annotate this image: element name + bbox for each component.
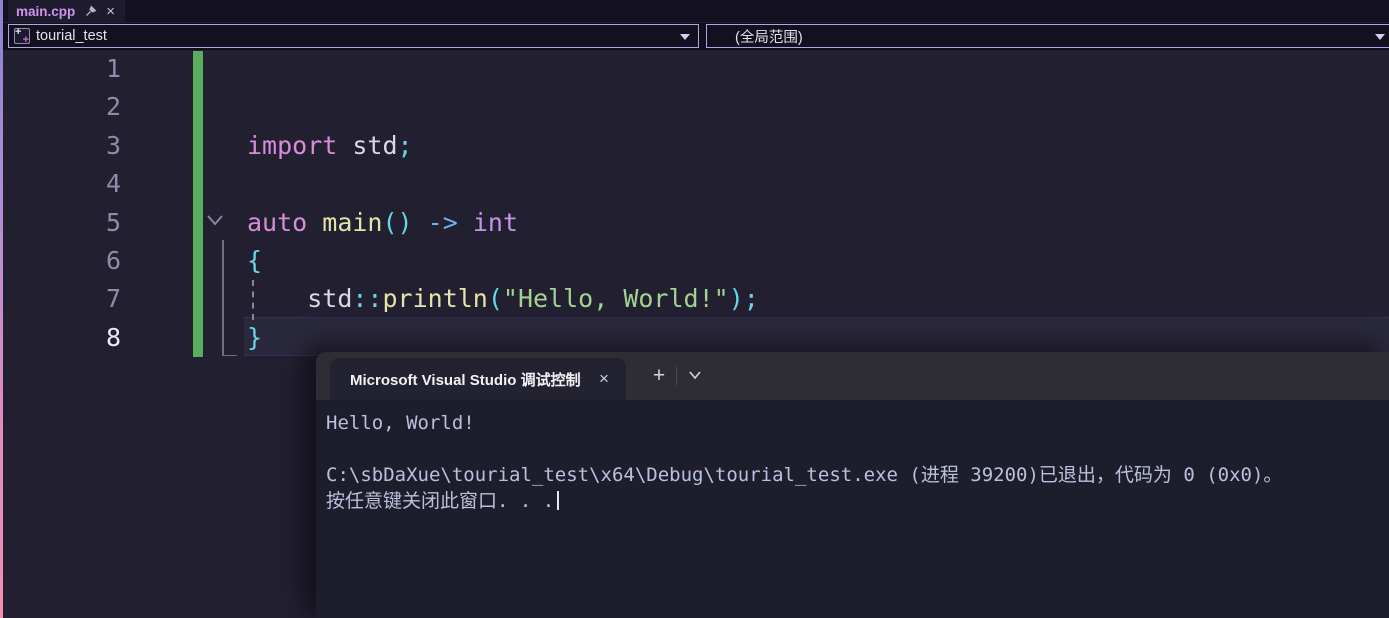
terminal-line: Hello, World! [326, 410, 1389, 436]
line-number: 5 [0, 204, 121, 243]
code-line[interactable]: import std; [247, 127, 413, 166]
text-cursor [557, 491, 559, 510]
terminal-line: C:\sbDaXue\tourial_test\x64\Debug\touria… [326, 462, 1389, 488]
toolbar-divider [676, 367, 677, 385]
vs-editor-window: main.cpp × ++ tourial_test (全局范围) [0, 0, 1389, 618]
terminal-output[interactable]: Hello, World! C:\sbDaXue\tourial_test\x64… [326, 410, 1389, 618]
line-number: 3 [0, 127, 121, 166]
cpp-project-icon: ++ [14, 28, 30, 44]
terminal-title-bar[interactable]: Microsoft Visual Studio 调试控制台 × + [316, 352, 1389, 400]
close-icon[interactable]: × [592, 367, 616, 391]
code-line[interactable]: } [247, 319, 262, 358]
terminal-line: 按任意键关闭此窗口. . . [326, 488, 1389, 514]
line-number: 1 [0, 50, 121, 89]
line-number: 7 [0, 280, 121, 319]
navigation-bar: ++ tourial_test (全局范围) [0, 23, 1389, 50]
code-line[interactable]: { [247, 242, 262, 281]
scope-dropdown[interactable]: (全局范围) [706, 24, 1389, 48]
new-tab-button[interactable]: + [646, 363, 672, 389]
terminal-tab[interactable]: Microsoft Visual Studio 调试控制台 × [330, 358, 626, 400]
chevron-down-icon[interactable] [688, 370, 702, 380]
chevron-down-icon[interactable] [680, 34, 690, 40]
project-dropdown[interactable]: ++ tourial_test [8, 24, 699, 48]
terminal-tab-title: Microsoft Visual Studio 调试控制台 [350, 369, 582, 390]
tab-main-cpp[interactable]: main.cpp × [8, 0, 125, 22]
line-number: 6 [0, 242, 121, 281]
indent-guide [222, 240, 224, 356]
chevron-down-icon[interactable] [1375, 34, 1385, 40]
terminal-line [326, 436, 1389, 462]
line-number: 4 [0, 165, 121, 204]
change-tracking-bar [193, 51, 203, 357]
indent-guide-tick [222, 355, 237, 357]
debug-console-window[interactable]: Microsoft Visual Studio 调试控制台 × + Hello,… [316, 352, 1389, 618]
code-line[interactable]: std::println("Hello, World!"); [247, 280, 759, 319]
fold-chevron-icon[interactable] [205, 212, 225, 228]
window-edge-accent [0, 0, 3, 618]
close-icon[interactable]: × [106, 5, 115, 18]
code-line[interactable]: auto main() -> int [247, 204, 518, 243]
scope-dropdown-value: (全局范围) [735, 26, 803, 47]
line-number: 8 [0, 319, 121, 358]
file-tab-label: main.cpp [16, 4, 75, 19]
current-line-highlight [244, 317, 1389, 356]
line-number: 2 [0, 88, 121, 127]
file-tab-bar: main.cpp × [0, 0, 1389, 22]
project-dropdown-value: tourial_test [36, 28, 107, 44]
pin-icon[interactable] [84, 5, 97, 18]
